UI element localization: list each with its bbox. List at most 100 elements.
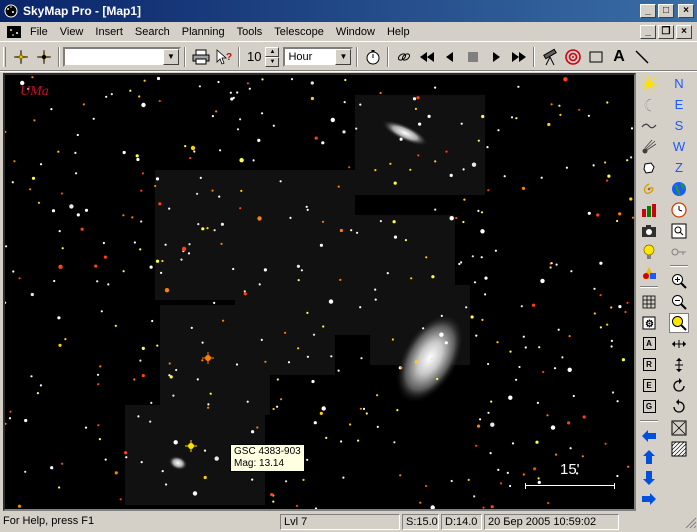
star[interactable] xyxy=(348,166,351,169)
star[interactable] xyxy=(252,159,255,162)
star[interactable] xyxy=(312,333,316,336)
star[interactable] xyxy=(201,359,204,362)
star[interactable] xyxy=(164,243,167,246)
star[interactable] xyxy=(487,411,490,414)
star[interactable] xyxy=(399,137,403,141)
star[interactable] xyxy=(64,338,67,341)
star[interactable] xyxy=(57,316,61,320)
star[interactable] xyxy=(220,222,224,226)
star[interactable] xyxy=(260,338,263,341)
labels-r-button[interactable]: R xyxy=(639,355,659,375)
sky-map[interactable]: UMa GSC 4383-903 Mag: 13.14 15' xyxy=(3,73,636,511)
cluster-chart-icon[interactable] xyxy=(639,200,659,220)
menu-file[interactable]: File xyxy=(24,26,54,38)
north-button[interactable]: N xyxy=(669,74,689,94)
star[interactable] xyxy=(321,406,326,411)
star[interactable] xyxy=(289,216,292,219)
star[interactable] xyxy=(412,97,417,101)
star[interactable] xyxy=(124,451,128,455)
star[interactable] xyxy=(297,279,300,282)
star[interactable] xyxy=(538,346,541,349)
star[interactable] xyxy=(151,319,154,323)
globe-icon[interactable] xyxy=(669,179,689,199)
star[interactable] xyxy=(481,114,485,119)
sky-canvas[interactable] xyxy=(5,75,634,509)
star[interactable] xyxy=(155,177,160,181)
star[interactable] xyxy=(540,176,543,179)
line-icon[interactable] xyxy=(630,46,653,68)
menu-view[interactable]: View xyxy=(54,26,90,38)
stopwatch-icon[interactable] xyxy=(361,46,384,68)
star[interactable] xyxy=(479,418,482,421)
star[interactable] xyxy=(532,303,536,307)
star[interactable] xyxy=(24,470,27,473)
star[interactable] xyxy=(232,267,235,271)
star[interactable] xyxy=(139,248,142,251)
star[interactable] xyxy=(33,119,36,122)
star[interactable] xyxy=(477,424,481,428)
star[interactable] xyxy=(379,220,382,223)
star[interactable] xyxy=(599,261,603,265)
star[interactable] xyxy=(547,502,550,505)
star[interactable] xyxy=(393,441,396,444)
star[interactable] xyxy=(199,176,202,179)
star[interactable] xyxy=(549,266,552,269)
menu-help[interactable]: Help xyxy=(381,26,416,38)
star[interactable] xyxy=(11,181,14,184)
star[interactable] xyxy=(518,365,521,369)
star[interactable] xyxy=(29,188,32,191)
star[interactable] xyxy=(587,211,591,215)
star[interactable] xyxy=(593,287,596,290)
star[interactable] xyxy=(140,461,143,464)
star[interactable] xyxy=(490,505,494,509)
magnify-box-icon[interactable] xyxy=(669,221,689,241)
star[interactable] xyxy=(339,228,343,233)
star[interactable] xyxy=(618,305,622,309)
star[interactable] xyxy=(439,332,444,337)
star[interactable] xyxy=(196,378,199,381)
star[interactable] xyxy=(524,346,527,349)
asteroid-icon[interactable] xyxy=(639,158,659,178)
forward-fast-icon[interactable] xyxy=(507,46,530,68)
star[interactable] xyxy=(284,331,287,334)
star[interactable] xyxy=(138,95,141,98)
star[interactable] xyxy=(51,209,56,213)
text-icon[interactable]: A xyxy=(607,46,630,68)
star[interactable] xyxy=(319,243,323,247)
star[interactable] xyxy=(196,192,199,195)
star[interactable] xyxy=(582,415,586,419)
star[interactable] xyxy=(314,507,318,509)
star[interactable] xyxy=(506,471,509,474)
star[interactable] xyxy=(536,401,540,404)
star[interactable] xyxy=(197,223,200,226)
print-icon[interactable] xyxy=(189,46,212,68)
star[interactable] xyxy=(624,310,627,314)
star[interactable] xyxy=(82,103,85,106)
star[interactable] xyxy=(222,319,225,322)
star[interactable] xyxy=(276,378,279,381)
star[interactable] xyxy=(198,85,201,88)
star[interactable] xyxy=(606,101,609,104)
star[interactable] xyxy=(510,116,514,119)
star[interactable] xyxy=(92,117,95,120)
star[interactable] xyxy=(310,81,314,85)
menu-insert[interactable]: Insert xyxy=(89,26,129,38)
star[interactable] xyxy=(325,436,328,439)
comet-icon[interactable] xyxy=(639,137,659,157)
star[interactable] xyxy=(119,498,122,501)
star[interactable] xyxy=(409,168,412,171)
expand-horizontal-icon[interactable] xyxy=(669,334,689,354)
star[interactable] xyxy=(436,377,439,381)
star[interactable] xyxy=(154,184,157,188)
star[interactable] xyxy=(337,185,340,188)
star[interactable] xyxy=(84,426,88,429)
star[interactable] xyxy=(168,362,171,365)
star[interactable] xyxy=(18,277,21,280)
star[interactable] xyxy=(389,162,392,165)
star[interactable] xyxy=(477,139,480,142)
star[interactable] xyxy=(393,181,397,185)
star[interactable] xyxy=(356,231,359,234)
camera-icon[interactable] xyxy=(639,221,659,241)
star[interactable] xyxy=(497,468,500,471)
star[interactable] xyxy=(203,475,207,480)
